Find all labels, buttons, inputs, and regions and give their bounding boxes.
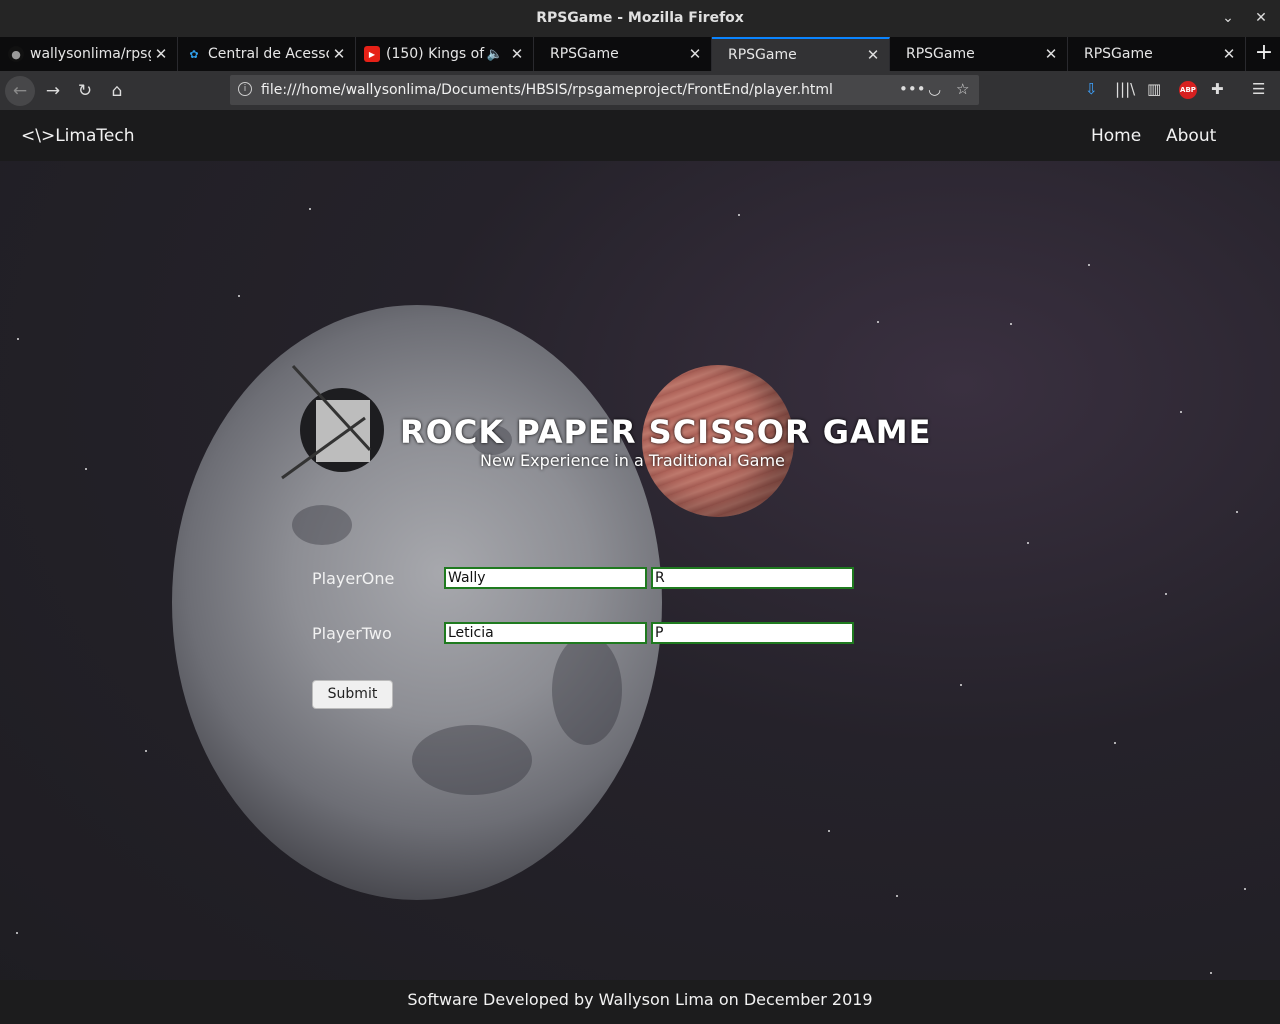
tab-label: RPSGame	[728, 47, 797, 63]
site-navbar: <\>LimaTech Home About	[0, 110, 1280, 161]
youtube-icon: ▶	[364, 46, 380, 62]
blank-favicon	[720, 47, 722, 63]
tab-close-icon[interactable]: ✕	[685, 45, 705, 63]
tab-rpsgame-4[interactable]: RPSGame ✕	[1068, 37, 1246, 71]
player-two-move-input[interactable]	[651, 622, 854, 644]
bookmark-star-icon[interactable]: ☆	[956, 80, 969, 98]
sidebar-icon[interactable]: ▥	[1147, 80, 1161, 98]
tab-central-acesso[interactable]: ✿ Central de Acesso ✕	[178, 37, 356, 71]
info-icon[interactable]: i	[238, 82, 252, 96]
moon-image	[172, 305, 662, 900]
tab-strip: ● wallysonlima/rpsgameproject ✕ ✿ Centra…	[0, 37, 1280, 71]
speaker-icon[interactable]: 🔈	[487, 47, 503, 62]
tab-close-icon[interactable]: ✕	[329, 45, 349, 63]
tab-close-icon[interactable]: ✕	[151, 45, 171, 63]
nav-link-home[interactable]: Home	[1091, 126, 1141, 146]
game-title: ROCK PAPER SCISSOR GAME	[400, 413, 932, 451]
tab-close-icon[interactable]: ✕	[1219, 45, 1239, 63]
logo-scissor-lines	[281, 364, 372, 480]
footer-text: Software Developed by Wallyson Lima on D…	[407, 990, 873, 1009]
tab-rpsgame-1[interactable]: RPSGame ✕	[534, 37, 712, 71]
minimize-icon[interactable]: ⌄	[1218, 8, 1238, 28]
tab-github[interactable]: ● wallysonlima/rpsgameproject ✕	[0, 37, 178, 71]
footer: Software Developed by Wallyson Lima on D…	[0, 980, 1280, 1024]
adblock-icon[interactable]: ABP	[1179, 81, 1197, 99]
player-two-name-input[interactable]	[444, 622, 647, 644]
menu-icon[interactable]: ☰	[1252, 80, 1265, 98]
pocket-icon[interactable]: ◡	[928, 80, 941, 98]
blank-favicon	[898, 46, 900, 62]
player-one-move-input[interactable]	[651, 567, 854, 589]
tab-label: (150) Kings of Leon	[386, 46, 487, 62]
tab-rpsgame-3[interactable]: RPSGame ✕	[890, 37, 1068, 71]
tab-close-icon[interactable]: ✕	[1041, 45, 1061, 63]
tab-label: RPSGame	[550, 46, 619, 62]
window-titlebar: RPSGame - Mozilla Firefox ⌄ ✕	[0, 0, 1280, 37]
library-icon[interactable]: |||\	[1115, 80, 1135, 98]
blank-favicon	[1076, 46, 1078, 62]
tab-label: RPSGame	[906, 46, 975, 62]
tab-rpsgame-active[interactable]: RPSGame ✕	[712, 37, 890, 71]
extension-icon[interactable]: ✚	[1211, 80, 1224, 98]
url-bar[interactable]: i file:///home/wallysonlima/Documents/HB…	[230, 75, 979, 105]
page-actions-icon[interactable]: •••	[899, 80, 926, 98]
nav-link-about[interactable]: About	[1166, 126, 1216, 146]
game-subtitle: New Experience in a Traditional Game	[480, 451, 785, 470]
download-icon[interactable]: ⇩	[1085, 80, 1098, 98]
submit-button[interactable]: Submit	[312, 680, 393, 709]
window-title: RPSGame - Mozilla Firefox	[536, 10, 744, 26]
site-brand[interactable]: <\>LimaTech	[21, 126, 134, 146]
game-logo	[281, 364, 384, 480]
close-window-icon[interactable]: ✕	[1251, 8, 1271, 28]
forward-button[interactable]: →	[38, 76, 68, 106]
app-icon: ✿	[189, 47, 199, 61]
player-two-label: PlayerTwo	[312, 624, 392, 643]
page-content: <\>LimaTech Home About ROCK PAPER SCISSO…	[0, 110, 1280, 1024]
new-tab-button[interactable]: +	[1248, 37, 1280, 71]
tab-close-icon[interactable]: ✕	[507, 45, 527, 63]
navigation-toolbar: ← → ↻ ⌂ i file:///home/wallysonlima/Docu…	[0, 71, 1280, 110]
player-one-label: PlayerOne	[312, 569, 395, 588]
github-icon: ●	[8, 46, 24, 62]
back-button[interactable]: ←	[5, 76, 35, 106]
blank-favicon	[542, 46, 544, 62]
url-text[interactable]: file:///home/wallysonlima/Documents/HBSI…	[261, 82, 833, 98]
tab-close-icon[interactable]: ✕	[863, 46, 883, 64]
tab-label: wallysonlima/rpsgameproject	[30, 46, 151, 62]
home-button[interactable]: ⌂	[102, 76, 132, 106]
reload-button[interactable]: ↻	[70, 76, 100, 106]
tab-youtube[interactable]: ▶ (150) Kings of Leon 🔈 ✕	[356, 37, 534, 71]
tab-label: RPSGame	[1084, 46, 1153, 62]
player-one-name-input[interactable]	[444, 567, 647, 589]
tab-label: Central de Acesso	[208, 46, 329, 62]
